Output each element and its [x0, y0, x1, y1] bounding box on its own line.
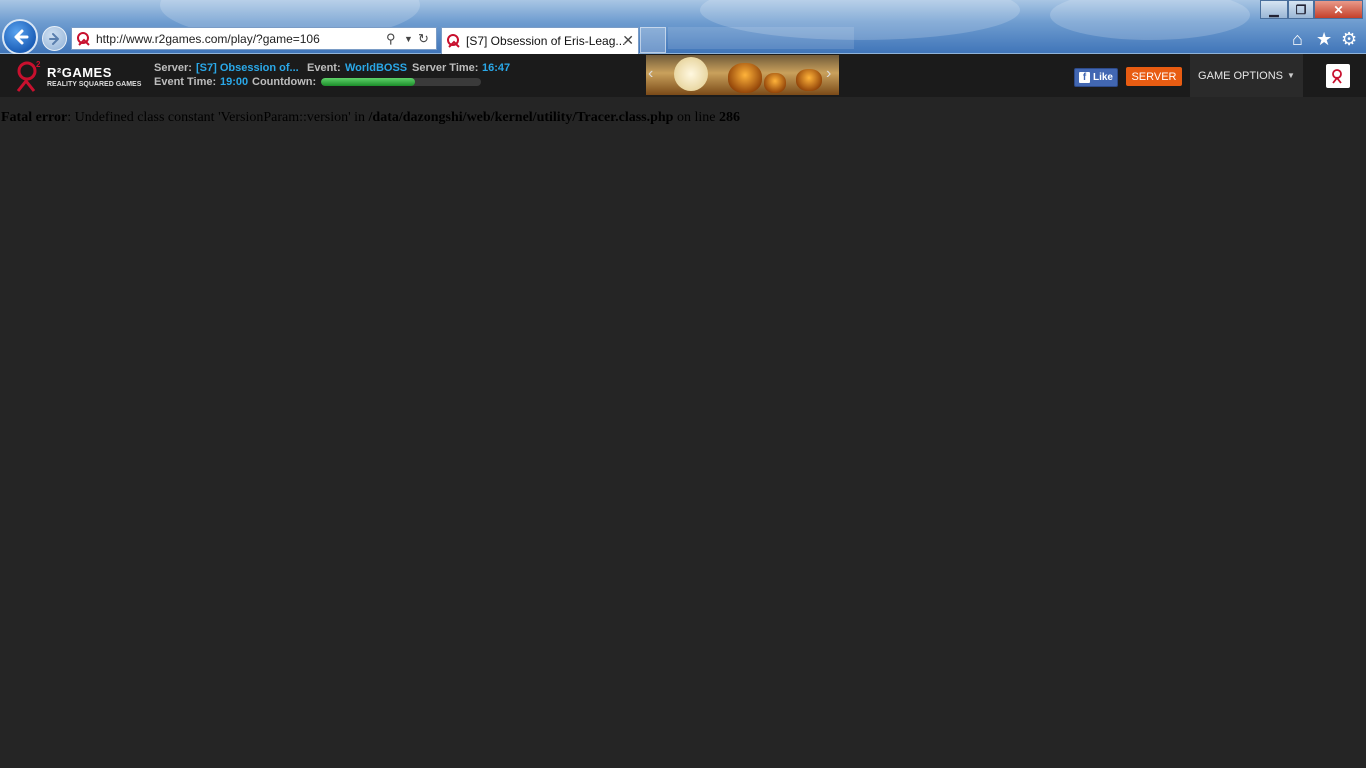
new-tab-button[interactable] [640, 27, 666, 53]
tab-active[interactable]: [S7] Obsession of Eris-Leag... ✕ [441, 27, 639, 54]
pumpkin-illustration [728, 63, 762, 93]
tab-title: [S7] Obsession of Eris-Leag... [466, 34, 626, 48]
facebook-like-button[interactable]: f Like [1074, 68, 1118, 87]
logo-wordmark: R²GAMES [47, 65, 112, 80]
error-line-number: 286 [718, 110, 740, 125]
home-icon[interactable]: ⌂ [1292, 29, 1303, 50]
back-arrow-icon [14, 29, 29, 45]
error-line-text: on line [673, 110, 719, 125]
search-icon[interactable]: ⚲ [386, 31, 396, 47]
background-tab[interactable] [668, 27, 854, 49]
back-button[interactable] [2, 19, 38, 55]
event-value: WorldBOSS [345, 62, 408, 74]
banner-next-arrow-icon[interactable]: › [826, 65, 831, 83]
facebook-icon: f [1078, 72, 1090, 83]
error-message: : Undefined class constant 'VersionParam… [67, 110, 369, 125]
server-label: Server: [154, 62, 192, 74]
r2games-favicon-icon [77, 32, 90, 46]
pumpkin-illustration [796, 69, 822, 91]
settings-gear-icon[interactable]: ⚙ [1341, 29, 1357, 50]
fatal-error-message: Fatal error: Undefined class constant 'V… [1, 110, 740, 126]
banner-prev-arrow-icon[interactable]: ‹ [648, 65, 653, 83]
countdown-label: Countdown: [252, 76, 317, 88]
tab-favicon-icon [447, 34, 460, 48]
r2games-logo-icon: 2 [16, 60, 41, 92]
window-maximize-button[interactable]: ❐ [1288, 0, 1314, 19]
facebook-like-label: Like [1092, 72, 1113, 83]
event-time-value: 19:00 [220, 76, 249, 88]
favorites-star-icon[interactable]: ★ [1316, 29, 1332, 50]
chevron-down-icon: ▼ [1287, 71, 1295, 80]
server-button[interactable]: SERVER [1126, 67, 1182, 86]
address-bar[interactable]: http://www.r2games.com/play/?game=106 ⚲ … [71, 27, 437, 50]
tab-close-icon[interactable]: ✕ [622, 32, 634, 49]
countdown-progress-bar [321, 78, 481, 86]
countdown-progress-fill [321, 78, 416, 86]
error-file-path: /data/dazongshi/web/kernel/utility/Trace… [368, 110, 674, 125]
server-value[interactable]: [S7] Obsession of... [196, 62, 299, 74]
pumpkin-illustration [764, 73, 786, 93]
halloween-banner[interactable]: ‹ › [646, 55, 839, 95]
moon-illustration [674, 57, 708, 91]
event-label: Event: [307, 62, 341, 74]
window-minimize-button[interactable]: ▁ [1260, 0, 1288, 19]
r2-account-button[interactable] [1326, 64, 1350, 88]
r2games-logo[interactable]: 2 R²GAMES REALITY SQUARED GAMES [14, 59, 146, 93]
url-text[interactable]: http://www.r2games.com/play/?game=106 [96, 32, 320, 46]
r2-logo-small-icon [1332, 69, 1342, 84]
svg-text:2: 2 [36, 60, 41, 69]
event-time-label: Event Time: [154, 76, 217, 88]
server-time-label: Server Time: [412, 62, 479, 74]
forward-button[interactable] [42, 26, 67, 51]
game-options-label: GAME OPTIONS [1198, 69, 1284, 82]
dropdown-arrow-icon[interactable]: ▼ [404, 34, 413, 44]
forward-arrow-icon [48, 32, 59, 45]
game-options-menu[interactable]: GAME OPTIONS ▼ [1190, 54, 1303, 97]
server-time-value: 16:47 [482, 62, 511, 74]
refresh-icon[interactable]: ↻ [418, 31, 429, 47]
window-close-button[interactable]: ✕ [1314, 0, 1363, 19]
error-prefix: Fatal error [1, 110, 68, 125]
logo-tagline: REALITY SQUARED GAMES [47, 81, 142, 88]
